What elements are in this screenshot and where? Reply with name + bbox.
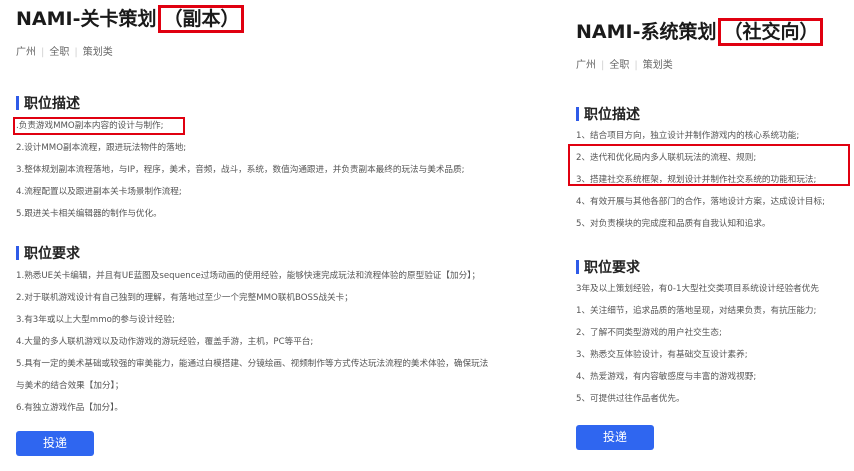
highlight-box: [568, 144, 850, 186]
description-heading: 职位描述: [16, 93, 80, 113]
list-item: 5.跟进关卡相关编辑器的制作与优化。: [16, 209, 162, 219]
job-category: 策划类: [82, 47, 113, 58]
requirements-list: 3年及以上策划经验，有0-1大型社交类项目系统设计经验者优先 1、关注细节，追求…: [576, 278, 819, 410]
job-title-tag-highlight: （社交向）: [718, 18, 824, 46]
list-item: 4.大量的多人联机游戏以及动作游戏的游玩经验，覆盖手游，主机，PC等平台;: [16, 337, 314, 347]
list-item: 5、可提供过往作品者优先。: [576, 394, 685, 404]
list-item: 3、熟悉交互体验设计，有基础交互设计素养;: [576, 350, 748, 360]
list-item: 2.对于联机游戏设计有自己独到的理解，有落地过至少一个完整MMO联机BOSS战关…: [16, 293, 353, 303]
list-item: 4、有效开展与其他各部门的合作，落地设计方案，达成设计目标;: [576, 197, 825, 207]
list-item: 2.设计MMO副本流程，跟进玩法物件的落地;: [16, 143, 187, 153]
job-title-main: NAMI-系统策划: [576, 21, 717, 43]
job-location: 广州: [16, 47, 36, 58]
list-item: 3.有3年或以上大型mmo的参与设计经验;: [16, 315, 175, 325]
requirements-heading: 职位要求: [576, 257, 640, 277]
job-title: NAMI-关卡策划 （副本）: [16, 5, 245, 33]
job-type: 全职: [49, 47, 70, 58]
list-item: 5、对负责模块的完成度和品质有自我认知和追求。: [576, 219, 771, 229]
job-title-tag-highlight: （副本）: [158, 5, 245, 33]
job-meta: 广州 | 全职 | 策划类: [16, 47, 113, 58]
list-item: 5.具有一定的美术基础或较强的审美能力，能通过白模搭建、分镜绘画、视频制作等方式…: [16, 359, 489, 369]
job-card-system-designer: NAMI-系统策划 （社交向） 广州 | 全职 | 策划类 职位描述 1、结合项目方向，独…: [558, 0, 854, 471]
job-type: 全职: [609, 60, 630, 71]
apply-button[interactable]: 投递: [16, 431, 94, 456]
requirements-list: 1.熟悉UE关卡编辑，并且有UE蓝图及sequence过场动画的使用经验，能够快…: [16, 265, 488, 419]
list-item: 4.流程配置以及跟进副本关卡场景制作流程;: [16, 187, 182, 197]
list-item: 4、热爱游戏，有内容敏感度与丰富的游戏视野;: [576, 372, 757, 382]
job-title: NAMI-系统策划 （社交向）: [576, 18, 824, 46]
apply-button[interactable]: 投递: [576, 425, 654, 450]
list-item: 3.整体规划副本流程落地，与IP，程序，美术，音频，战斗，系统，数值沟通跟进，并…: [16, 165, 465, 175]
list-item: 1.熟悉UE关卡编辑，并且有UE蓝图及sequence过场动画的使用经验，能够快…: [16, 271, 481, 281]
list-item: 与美术的结合效果【加分】；: [16, 381, 124, 391]
list-item: 3年及以上策划经验，有0-1大型社交类项目系统设计经验者优先: [576, 284, 819, 294]
description-heading: 职位描述: [576, 104, 640, 124]
requirements-heading: 职位要求: [16, 243, 80, 263]
list-item: 2、了解不同类型游戏的用户社交生态;: [576, 328, 722, 338]
list-item: 6.有独立游戏作品【加分】。: [16, 403, 124, 413]
job-category: 策划类: [642, 60, 673, 71]
highlight-box: [13, 117, 185, 135]
job-meta: 广州 | 全职 | 策划类: [576, 60, 673, 71]
list-item: 1、关注细节，追求品质的落地呈现，对结果负责，有抗压能力;: [576, 306, 817, 316]
job-title-main: NAMI-关卡策划: [16, 8, 157, 30]
job-card-level-designer: NAMI-关卡策划 （副本） 广州 | 全职 | 策划类 职位描述 .负责游戏MMO副本内…: [0, 0, 545, 471]
job-location: 广州: [576, 60, 596, 71]
